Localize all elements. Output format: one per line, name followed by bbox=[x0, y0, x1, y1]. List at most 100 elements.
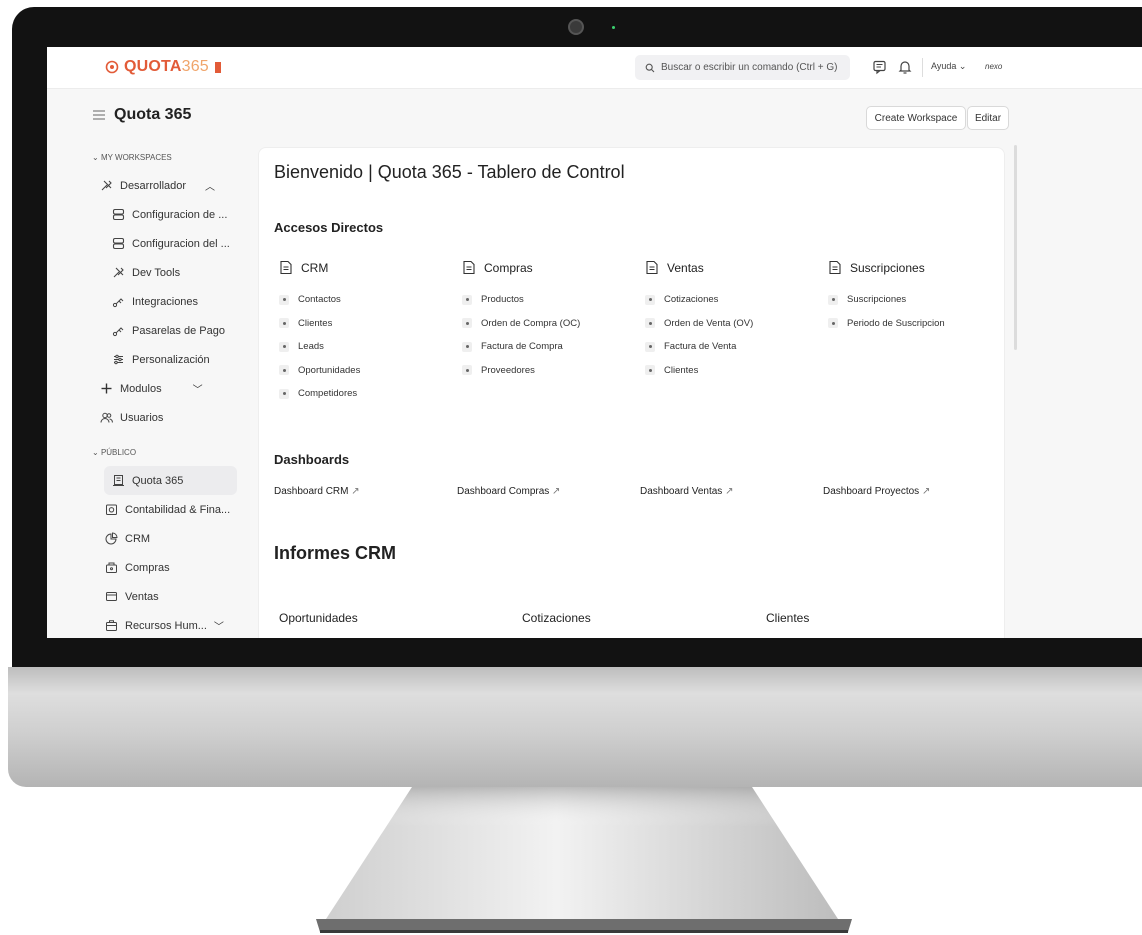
link-label: Suscripciones bbox=[847, 294, 907, 306]
sidebar-item-label: Personalización bbox=[132, 353, 210, 366]
bullet-icon bbox=[462, 318, 472, 329]
dashboard-link-proyectos[interactable]: Dashboard Proyectos ↗ bbox=[823, 486, 930, 497]
link-label: Periodo de Suscripcion bbox=[847, 317, 945, 329]
shortcut-link[interactable]: Productos bbox=[462, 288, 580, 312]
link-label: Leads bbox=[298, 341, 324, 353]
building-icon bbox=[113, 475, 124, 486]
sidebar-item-label: Dev Tools bbox=[132, 266, 181, 279]
link-label: Clientes bbox=[298, 317, 333, 329]
plus-icon bbox=[101, 383, 112, 394]
column-header: Compras bbox=[462, 260, 580, 275]
dashboard-link-ventas[interactable]: Dashboard Ventas ↗ bbox=[640, 486, 733, 497]
external-link-icon: ↗ bbox=[921, 486, 931, 497]
column-header: CRM bbox=[279, 260, 360, 275]
shortcut-column-ventas: Ventas Cotizaciones Orden de Venta (OV) … bbox=[645, 260, 753, 382]
tools-icon bbox=[113, 267, 124, 278]
sidebar-item-label: Desarrollador bbox=[120, 179, 187, 192]
sidebar-item-quota365[interactable]: Quota 365 bbox=[104, 466, 237, 495]
link-label: Competidores bbox=[298, 388, 358, 400]
help-menu[interactable]: Ayuda ⌄ bbox=[931, 61, 966, 72]
link-label: Factura de Compra bbox=[481, 341, 563, 353]
sidebar-item-label: Usuarios bbox=[120, 411, 164, 424]
create-workspace-button[interactable]: Create Workspace bbox=[866, 106, 966, 130]
shortcut-link[interactable]: Periodo de Suscripcion bbox=[828, 312, 945, 336]
sidebar-item-label: Modulos bbox=[120, 382, 162, 395]
bullet-icon bbox=[645, 365, 655, 376]
shortcuts-heading: Accesos Directos bbox=[274, 220, 384, 235]
sidebar-item-label: Quota 365 bbox=[132, 474, 184, 487]
app-logo[interactable]: QUOTA 365 bbox=[105, 58, 221, 76]
reports-heading: Informes CRM bbox=[274, 543, 397, 563]
bullet-icon bbox=[279, 365, 289, 376]
bell-icon[interactable] bbox=[897, 59, 913, 75]
sidebar-item-label: Integraciones bbox=[132, 295, 199, 308]
page-title: Quota 365 bbox=[114, 106, 192, 123]
column-title: Ventas bbox=[667, 260, 704, 275]
report-oportunidades[interactable]: Oportunidades bbox=[279, 611, 358, 625]
shortcut-link[interactable]: Suscripciones bbox=[828, 288, 945, 312]
shortcut-link[interactable]: Orden de Compra (OC) bbox=[462, 312, 580, 336]
monitor-stand bbox=[316, 787, 852, 933]
briefcase-icon bbox=[106, 620, 117, 631]
link-label: Dashboard Proyectos bbox=[823, 486, 920, 497]
shortcut-link[interactable]: Cotizaciones bbox=[645, 288, 753, 312]
plug-icon bbox=[112, 298, 124, 308]
bullet-icon bbox=[279, 318, 289, 329]
shortcut-link[interactable]: Leads bbox=[279, 335, 360, 359]
plug-icon bbox=[112, 327, 124, 337]
bullet-icon bbox=[279, 388, 289, 399]
document-icon bbox=[829, 260, 841, 275]
card-icon bbox=[106, 592, 117, 601]
shortcut-link[interactable]: Orden de Venta (OV) bbox=[645, 312, 753, 336]
shortcut-link[interactable]: Factura de Compra bbox=[462, 335, 580, 359]
shortcut-link[interactable]: Factura de Venta bbox=[645, 335, 753, 359]
link-label: Dashboard CRM bbox=[274, 486, 349, 497]
document-icon bbox=[280, 260, 292, 275]
link-label: Factura de Venta bbox=[664, 341, 737, 353]
sidebar-item-label: Configuracion de ... bbox=[132, 208, 228, 221]
help-label: Ayuda bbox=[931, 61, 957, 71]
chat-icon[interactable] bbox=[872, 59, 888, 75]
box-icon bbox=[106, 562, 117, 573]
database-icon bbox=[112, 237, 125, 250]
external-link-icon: ↗ bbox=[351, 486, 360, 497]
dashboard-link-compras[interactable]: Dashboard Compras ↗ bbox=[457, 486, 560, 497]
shortcut-link[interactable]: Contactos bbox=[279, 288, 360, 312]
bullet-icon bbox=[462, 341, 472, 352]
link-label: Proveedores bbox=[481, 364, 535, 376]
shortcut-link[interactable]: Competidores bbox=[279, 382, 360, 406]
link-label: Cotizaciones bbox=[664, 294, 719, 306]
link-label: Productos bbox=[481, 294, 524, 306]
logo-bar bbox=[214, 61, 221, 73]
shortcut-link[interactable]: Clientes bbox=[645, 359, 753, 383]
report-clientes[interactable]: Clientes bbox=[766, 611, 809, 625]
top-bar: QUOTA 365 Buscar o escribir un comando (C… bbox=[47, 47, 1142, 89]
menu-icon[interactable] bbox=[92, 109, 106, 121]
shortcut-link[interactable]: Clientes bbox=[279, 312, 360, 336]
user-signature[interactable]: nexo bbox=[985, 62, 1002, 71]
shortcut-column-crm: CRM Contactos Clientes Leads Oportunidad… bbox=[279, 260, 360, 406]
dashboard-link-crm[interactable]: Dashboard CRM ↗ bbox=[274, 486, 360, 497]
column-title: Suscripciones bbox=[850, 260, 925, 275]
sidebar-item-label: Ventas bbox=[125, 590, 159, 603]
bullet-icon bbox=[645, 341, 655, 352]
section-label: MY WORKSPACES bbox=[100, 153, 172, 162]
shortcut-link[interactable]: Oportunidades bbox=[279, 359, 360, 383]
bullet-icon bbox=[645, 318, 655, 329]
link-label: Oportunidades bbox=[298, 364, 361, 376]
column-header: Suscripciones bbox=[828, 260, 945, 275]
report-cotizaciones[interactable]: Cotizaciones bbox=[522, 611, 591, 625]
column-header: Ventas bbox=[645, 260, 753, 275]
column-title: Compras bbox=[484, 260, 533, 275]
edit-button[interactable]: Editar bbox=[967, 106, 1009, 130]
shortcut-column-compras: Compras Productos Orden de Compra (OC) F… bbox=[462, 260, 580, 382]
search-icon bbox=[645, 63, 655, 72]
scrollbar[interactable] bbox=[1014, 145, 1017, 350]
webcam bbox=[568, 19, 584, 35]
link-label: Clientes bbox=[664, 364, 699, 376]
bullet-icon bbox=[462, 365, 472, 376]
sidebar-item-label: Contabilidad & Fina... bbox=[125, 503, 231, 516]
search-input[interactable]: Buscar o escribir un comando (Ctrl + G) bbox=[635, 55, 850, 80]
shortcut-link[interactable]: Proveedores bbox=[462, 359, 580, 383]
logo-number: 365 bbox=[181, 58, 209, 75]
